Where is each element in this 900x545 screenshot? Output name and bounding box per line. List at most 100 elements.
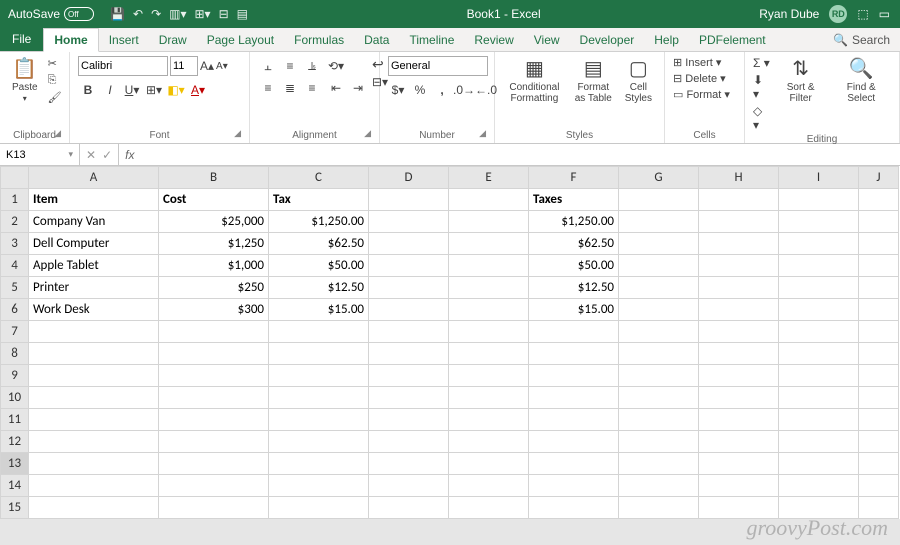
number-format-select[interactable] xyxy=(388,56,488,76)
tab-developer[interactable]: Developer xyxy=(570,29,645,51)
user-name[interactable]: Ryan Dube xyxy=(759,7,819,21)
cell[interactable] xyxy=(369,365,449,387)
cell[interactable] xyxy=(369,233,449,255)
cell[interactable] xyxy=(449,453,529,475)
cell[interactable]: Apple Tablet xyxy=(29,255,159,277)
ribbon-display-icon[interactable]: ⬚ xyxy=(857,7,868,21)
window-controls-icon[interactable]: ▭ xyxy=(879,7,890,21)
cell[interactable] xyxy=(859,343,899,365)
cell[interactable] xyxy=(159,497,269,519)
save-icon[interactable]: 💾 xyxy=(110,7,125,21)
qat-icon-3[interactable]: ⊟ xyxy=(219,7,229,21)
cell[interactable] xyxy=(619,189,699,211)
column-header[interactable]: B xyxy=(159,167,269,189)
cell[interactable] xyxy=(529,365,619,387)
cell[interactable]: $62.50 xyxy=(529,233,619,255)
cell[interactable] xyxy=(859,365,899,387)
cell[interactable] xyxy=(159,387,269,409)
cell[interactable] xyxy=(779,277,859,299)
cell[interactable]: Cost xyxy=(159,189,269,211)
cell[interactable] xyxy=(859,233,899,255)
clear-button[interactable]: ◇ ▾ xyxy=(753,104,770,132)
column-header[interactable]: I xyxy=(779,167,859,189)
cell[interactable] xyxy=(779,453,859,475)
cell[interactable] xyxy=(159,365,269,387)
cell[interactable] xyxy=(779,255,859,277)
cell[interactable] xyxy=(159,453,269,475)
cell[interactable] xyxy=(699,299,779,321)
cell[interactable]: $1,250 xyxy=(159,233,269,255)
cell[interactable] xyxy=(699,453,779,475)
cell[interactable] xyxy=(619,365,699,387)
fill-color-button[interactable]: ◧▾ xyxy=(166,80,186,100)
user-avatar[interactable]: RD xyxy=(829,5,847,23)
cell[interactable]: Company Van xyxy=(29,211,159,233)
tab-home[interactable]: Home xyxy=(43,28,98,52)
qat-icon-2[interactable]: ⊞▾ xyxy=(195,7,211,21)
column-header[interactable]: C xyxy=(269,167,369,189)
cell[interactable] xyxy=(619,321,699,343)
cell[interactable] xyxy=(699,409,779,431)
cell[interactable]: $50.00 xyxy=(529,255,619,277)
cell[interactable] xyxy=(369,453,449,475)
cell[interactable] xyxy=(859,475,899,497)
cell[interactable]: $1,000 xyxy=(159,255,269,277)
cell[interactable] xyxy=(29,365,159,387)
row-header[interactable]: 9 xyxy=(1,365,29,387)
find-select-button[interactable]: 🔍Find & Select xyxy=(832,56,891,106)
cell[interactable] xyxy=(269,343,369,365)
row-header[interactable]: 13 xyxy=(1,453,29,475)
cell[interactable] xyxy=(779,233,859,255)
cell[interactable] xyxy=(859,387,899,409)
cell[interactable] xyxy=(779,497,859,519)
cell[interactable] xyxy=(369,321,449,343)
column-header[interactable]: F xyxy=(529,167,619,189)
column-header[interactable]: E xyxy=(449,167,529,189)
copy-icon[interactable]: ⎘ xyxy=(46,73,64,88)
row-header[interactable]: 10 xyxy=(1,387,29,409)
cell[interactable] xyxy=(699,387,779,409)
cell[interactable] xyxy=(529,321,619,343)
cell[interactable] xyxy=(449,475,529,497)
tab-draw[interactable]: Draw xyxy=(149,29,197,51)
format-cells-button[interactable]: ▭ Format ▾ xyxy=(673,88,730,101)
cell[interactable]: $250 xyxy=(159,277,269,299)
tab-timeline[interactable]: Timeline xyxy=(399,29,464,51)
cell[interactable] xyxy=(529,431,619,453)
name-box[interactable] xyxy=(6,149,68,161)
cell[interactable]: $25,000 xyxy=(159,211,269,233)
sort-filter-button[interactable]: ⇅Sort & Filter xyxy=(774,56,828,106)
dialog-launcher-icon[interactable]: ◢ xyxy=(54,128,61,139)
tab-insert[interactable]: Insert xyxy=(99,29,149,51)
underline-button[interactable]: U▾ xyxy=(122,80,142,100)
cell[interactable] xyxy=(449,365,529,387)
cell[interactable] xyxy=(29,343,159,365)
cell[interactable] xyxy=(619,233,699,255)
qat-icon-4[interactable]: ▤ xyxy=(237,7,248,21)
cell[interactable] xyxy=(529,497,619,519)
cell[interactable] xyxy=(449,299,529,321)
conditional-formatting-button[interactable]: ▦Conditional Formatting xyxy=(503,56,566,106)
cell[interactable]: $15.00 xyxy=(529,299,619,321)
cell[interactable]: $50.00 xyxy=(269,255,369,277)
cell[interactable]: $15.00 xyxy=(269,299,369,321)
cell[interactable] xyxy=(269,387,369,409)
decrease-font-icon[interactable]: A▾ xyxy=(216,61,228,72)
cell[interactable] xyxy=(449,387,529,409)
cell[interactable] xyxy=(619,211,699,233)
cell-styles-button[interactable]: ▢Cell Styles xyxy=(621,56,656,106)
cell[interactable] xyxy=(859,277,899,299)
cell[interactable] xyxy=(449,277,529,299)
tab-review[interactable]: Review xyxy=(464,29,523,51)
column-header[interactable]: A xyxy=(29,167,159,189)
cell[interactable] xyxy=(619,387,699,409)
cell[interactable] xyxy=(859,299,899,321)
column-header[interactable]: H xyxy=(699,167,779,189)
cell[interactable] xyxy=(269,453,369,475)
cell[interactable] xyxy=(859,431,899,453)
row-header[interactable]: 3 xyxy=(1,233,29,255)
cell[interactable] xyxy=(269,409,369,431)
format-painter-icon[interactable]: 🖌 xyxy=(46,90,64,105)
cell[interactable] xyxy=(29,387,159,409)
cell[interactable]: $1,250.00 xyxy=(269,211,369,233)
